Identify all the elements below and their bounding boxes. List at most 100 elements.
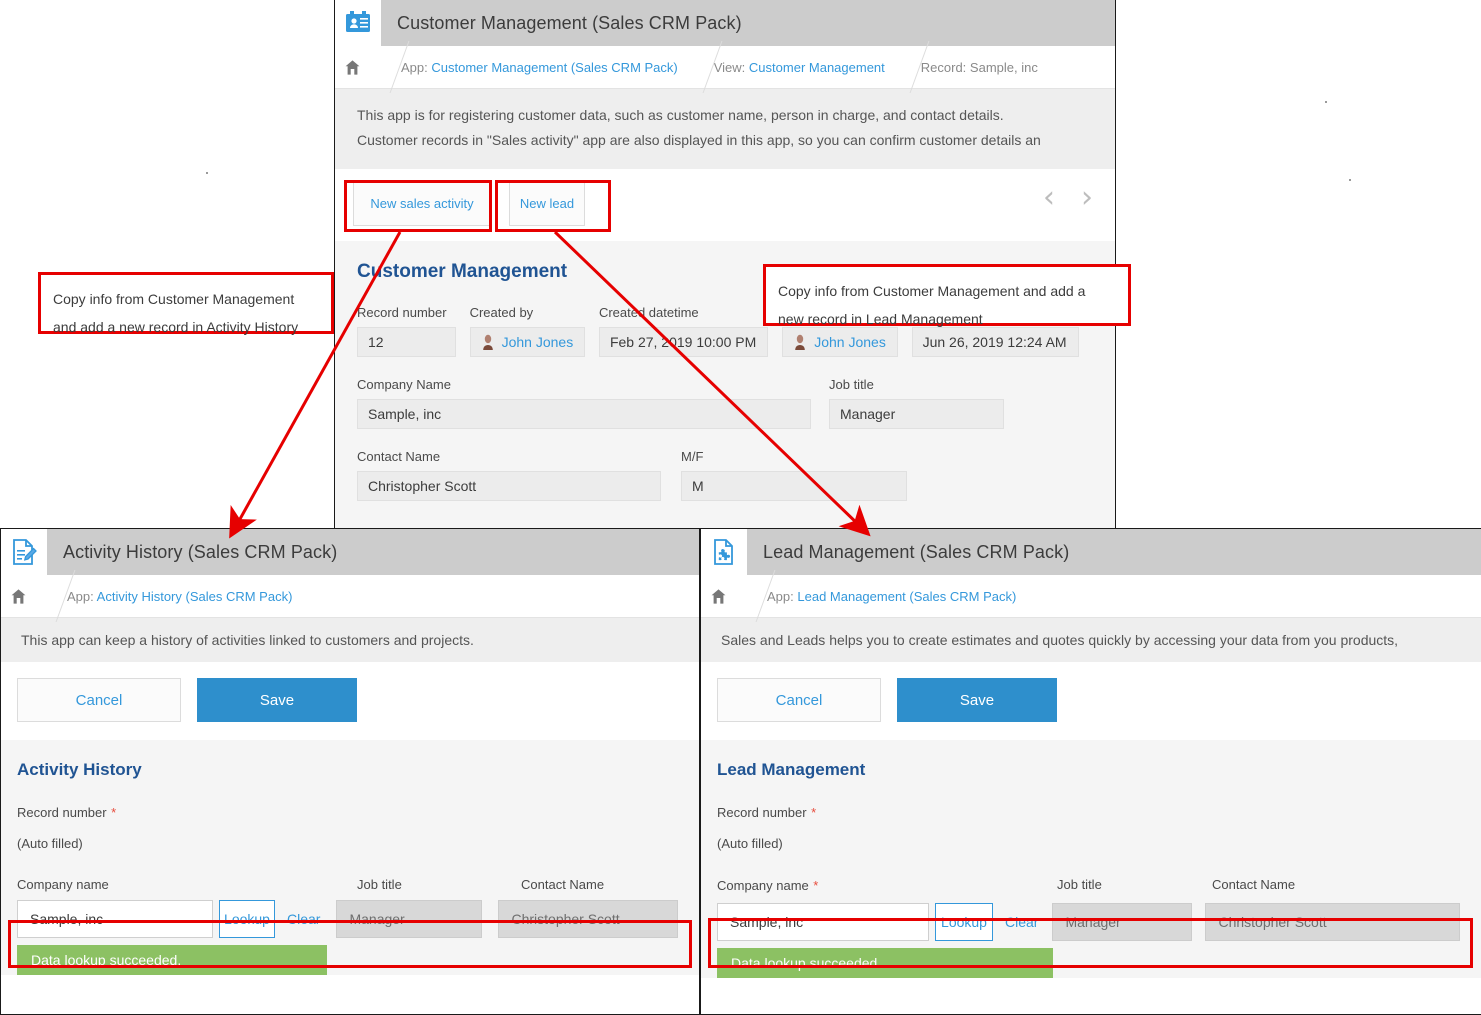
company-name-label: Company name xyxy=(17,877,357,892)
contact-name-readonly: Christopher Scott xyxy=(1205,903,1460,941)
created-by-label: Created by xyxy=(470,305,585,320)
job-title-label: Job title xyxy=(829,377,1004,392)
breadcrumb-separator xyxy=(35,575,57,617)
record-number-value: 12 xyxy=(357,327,456,357)
breadcrumb-view[interactable]: View: Customer Management xyxy=(704,60,889,75)
field-company-name: Company Name Sample, inc xyxy=(357,377,811,429)
contact-name-label: Contact Name xyxy=(521,877,604,892)
cancel-button[interactable]: Cancel xyxy=(17,678,181,722)
customer-management-description: This app is for registering customer dat… xyxy=(335,89,1115,169)
avatar xyxy=(481,334,495,350)
record-number-label: Record number xyxy=(357,305,456,320)
field-contact-name: Contact Name Christopher Scott xyxy=(357,449,661,501)
callout-activity-history: Copy info from Customer Management and a… xyxy=(38,272,334,334)
contact-name-label: Contact Name xyxy=(357,449,661,464)
job-title-value: Manager xyxy=(829,399,1004,429)
breadcrumb-separator xyxy=(735,575,757,617)
stray-dot xyxy=(206,172,208,174)
user-chip[interactable]: John Jones xyxy=(481,334,574,350)
breadcrumb-view-label: View: xyxy=(714,60,746,75)
callout-line-2: new record in Lead Management xyxy=(778,305,1116,333)
contact-card-icon xyxy=(335,0,381,46)
activity-history-window: Activity History (Sales CRM Pack) App: A… xyxy=(0,528,700,1015)
lookup-controls-row: Sample, inc Lookup Clear Manager Christo… xyxy=(17,900,683,938)
lead-management-title: Lead Management (Sales CRM Pack) xyxy=(747,542,1069,563)
company-row: Company Name Sample, inc Job title Manag… xyxy=(357,377,1093,449)
callout-lead-management: Copy info from Customer Management and a… xyxy=(763,264,1131,326)
company-name-label: Company name xyxy=(717,878,809,893)
activity-history-title: Activity History (Sales CRM Pack) xyxy=(47,542,337,563)
breadcrumb-view-value[interactable]: Customer Management xyxy=(749,60,885,75)
chevron-right-icon[interactable]: › xyxy=(1081,183,1093,213)
job-title-label: Job title xyxy=(1057,877,1212,895)
customer-management-titlebar: Customer Management (Sales CRM Pack) xyxy=(335,0,1115,46)
created-by-name[interactable]: John Jones xyxy=(502,334,574,350)
breadcrumb-record-label: Record: xyxy=(921,60,967,75)
required-marker: * xyxy=(813,878,818,893)
lookup-controls-row: Sample, inc Lookup Clear Manager Christo… xyxy=(717,903,1465,941)
document-edit-icon xyxy=(1,529,47,575)
avatar xyxy=(793,334,807,350)
lookup-labels-row: Company name Job title Contact Name xyxy=(17,877,683,892)
new-sales-activity-button[interactable]: New sales activity xyxy=(353,180,491,226)
callout-line-1: Copy info from Customer Management and a… xyxy=(778,277,1116,305)
created-datetime-label: Created datetime xyxy=(599,305,768,320)
activity-history-titlebar: Activity History (Sales CRM Pack) xyxy=(1,529,699,575)
callout-line-1: Copy info from Customer Management xyxy=(53,285,319,313)
breadcrumb-app-value[interactable]: Lead Management (Sales CRM Pack) xyxy=(797,589,1016,604)
company-name-label: Company Name xyxy=(357,377,811,392)
record-number-value: (Auto filled) xyxy=(717,836,1465,851)
customer-management-title: Customer Management (Sales CRM Pack) xyxy=(381,13,742,34)
company-name-input[interactable]: Sample, inc xyxy=(717,903,929,941)
updated-by-name[interactable]: John Jones xyxy=(814,334,886,350)
record-number-field: Record number * (Auto filled) xyxy=(717,804,1465,851)
status-badge: Data lookup succeeded. xyxy=(717,948,1053,978)
new-lead-button[interactable]: New lead xyxy=(509,180,585,226)
form-title: Activity History xyxy=(17,760,683,780)
activity-history-description: This app can keep a history of activitie… xyxy=(1,618,699,662)
clear-button[interactable]: Clear xyxy=(993,903,1050,941)
home-icon[interactable] xyxy=(335,59,369,76)
breadcrumb-app[interactable]: App: Activity History (Sales CRM Pack) xyxy=(57,589,296,604)
lookup-button[interactable]: Lookup xyxy=(219,900,275,938)
record-number-value: (Auto filled) xyxy=(17,836,683,851)
breadcrumb-app-value[interactable]: Customer Management (Sales CRM Pack) xyxy=(431,60,677,75)
record-number-field: Record number * (Auto filled) xyxy=(17,804,683,851)
breadcrumb-app[interactable]: App: Lead Management (Sales CRM Pack) xyxy=(757,589,1020,604)
description-line-1: This app is for registering customer dat… xyxy=(357,103,1093,128)
contact-name-label: Contact Name xyxy=(1212,877,1295,895)
status-badge: Data lookup succeeded. xyxy=(17,945,327,975)
customer-management-action-bar: New sales activity New lead ‹ › xyxy=(335,169,1115,241)
breadcrumb-app-value[interactable]: Activity History (Sales CRM Pack) xyxy=(97,589,293,604)
user-chip[interactable]: John Jones xyxy=(793,334,886,350)
lookup-labels-row: Company name * Job title Contact Name xyxy=(717,877,1465,895)
activity-history-form: Activity History Record number * (Auto f… xyxy=(1,740,699,975)
chevron-left-icon[interactable]: ‹ xyxy=(1043,183,1055,213)
contact-name-readonly: Christopher Scott xyxy=(498,900,678,938)
lookup-button[interactable]: Lookup xyxy=(935,903,993,941)
job-title-label: Job title xyxy=(357,877,521,892)
job-title-readonly: Manager xyxy=(1052,903,1192,941)
breadcrumb-record-value: Sample, inc xyxy=(970,60,1038,75)
home-icon[interactable] xyxy=(701,588,735,605)
company-name-input[interactable]: Sample, inc xyxy=(17,900,213,938)
field-mf: M/F M xyxy=(681,449,907,501)
clear-button[interactable]: Clear xyxy=(275,900,332,938)
field-record-number: Record number 12 xyxy=(357,305,456,357)
contact-name-value: Christopher Scott xyxy=(357,471,661,501)
lead-management-breadcrumb: App: Lead Management (Sales CRM Pack) xyxy=(701,575,1481,618)
breadcrumb-app[interactable]: App: Customer Management (Sales CRM Pack… xyxy=(391,60,682,75)
callout-line-2: and add a new record in Activity History xyxy=(53,313,319,341)
save-button[interactable]: Save xyxy=(897,678,1057,722)
stray-dot xyxy=(1325,101,1327,103)
stray-dot xyxy=(1349,179,1351,181)
breadcrumb-app-label: App: xyxy=(67,589,94,604)
cancel-button[interactable]: Cancel xyxy=(717,678,881,722)
save-button[interactable]: Save xyxy=(197,678,357,722)
created-datetime-value: Feb 27, 2019 10:00 PM xyxy=(599,327,768,357)
breadcrumb-separator xyxy=(889,46,911,88)
record-number-label: Record number xyxy=(17,805,107,820)
home-icon[interactable] xyxy=(1,588,35,605)
activity-history-breadcrumb: App: Activity History (Sales CRM Pack) xyxy=(1,575,699,618)
lead-management-button-row: Cancel Save xyxy=(701,662,1481,740)
